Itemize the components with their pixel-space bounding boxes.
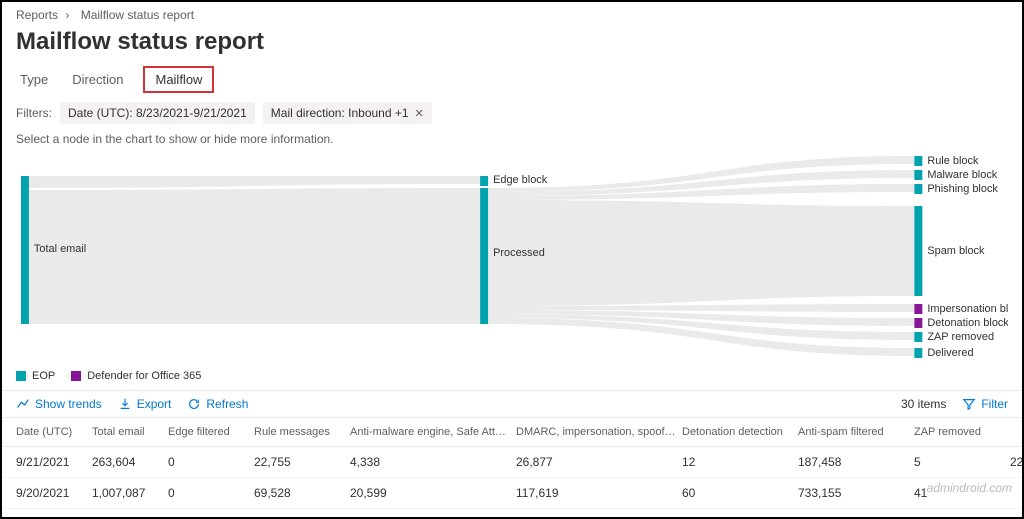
action-bar: Show trends Export Refresh 30 items Filt… (2, 390, 1022, 418)
data-table: Date (UTC) Total email Edge filtered Rul… (2, 418, 1022, 509)
sankey-label-zap: ZAP removed (927, 331, 994, 343)
close-icon[interactable]: ✕ (415, 107, 424, 120)
legend-defender: Defender for Office 365 (71, 370, 201, 382)
swatch-icon (16, 371, 26, 381)
cell: 26,877 (516, 455, 676, 469)
chart-legend: EOP Defender for Office 365 (2, 368, 1022, 390)
sankey-node-processed[interactable] (480, 188, 488, 324)
sankey-chart[interactable]: Total email Edge block Processed Rule bl… (16, 156, 1008, 364)
chart-icon (16, 397, 30, 411)
col-zap[interactable]: ZAP removed (914, 426, 1004, 438)
filter-icon (962, 397, 976, 411)
cell: 0 (168, 486, 248, 500)
cell: 1,007,087 (92, 486, 162, 500)
sankey-label-phish: Phishing block (927, 183, 998, 195)
cell: 12 (682, 455, 792, 469)
filter-chip-date[interactable]: Date (UTC): 8/23/2021-9/21/2021 (60, 102, 255, 124)
refresh-button[interactable]: Refresh (187, 397, 248, 411)
col-detonation[interactable]: Detonation detection (682, 426, 792, 438)
cell: 733,155 (798, 486, 908, 500)
filters-label: Filters: (16, 106, 52, 120)
col-date[interactable]: Date (UTC) (16, 426, 86, 438)
breadcrumb-root[interactable]: Reports (16, 8, 58, 22)
item-count: 30 items (901, 397, 946, 411)
sankey-node-zap[interactable] (914, 332, 922, 342)
filter-label: Filter (981, 397, 1008, 411)
cell: 263,604 (92, 455, 162, 469)
filter-chip-direction[interactable]: Mail direction: Inbound +1 ✕ (263, 102, 432, 124)
col-total[interactable]: Total email (92, 426, 162, 438)
chevron-right-icon: › (65, 8, 69, 22)
breadcrumb-current: Mailflow status report (81, 8, 194, 22)
tab-mailflow[interactable]: Mailflow (143, 66, 214, 93)
tab-type[interactable]: Type (16, 66, 52, 93)
cell: 22,755 (254, 455, 344, 469)
cell: 9/21/2021 (16, 455, 86, 469)
filters-row: Filters: Date (UTC): 8/23/2021-9/21/2021… (2, 94, 1022, 128)
sankey-label-impersonation: Impersonation block (927, 303, 1008, 315)
sankey-node-detonation[interactable] (914, 318, 922, 328)
show-trends-label: Show trends (35, 397, 102, 411)
table-row[interactable]: 9/20/2021 1,007,087 0 69,528 20,599 117,… (2, 478, 1022, 509)
cell: 60 (682, 486, 792, 500)
legend-eop-label: EOP (32, 370, 55, 382)
sankey-label-spam: Spam block (927, 245, 985, 257)
cell: 187,458 (798, 455, 908, 469)
sankey-node-malware[interactable] (914, 170, 922, 180)
filter-button[interactable]: Filter (962, 397, 1008, 411)
refresh-label: Refresh (206, 397, 248, 411)
legend-defender-label: Defender for Office 365 (87, 370, 201, 382)
tab-direction[interactable]: Direction (68, 66, 127, 93)
export-button[interactable]: Export (118, 397, 172, 411)
swatch-icon (71, 371, 81, 381)
page-title: Mailflow status report (2, 24, 1022, 66)
sankey-node-rule[interactable] (914, 156, 922, 166)
sankey-link (29, 188, 480, 324)
filter-chip-direction-text: Mail direction: Inbound +1 (271, 106, 409, 120)
legend-eop: EOP (16, 370, 55, 382)
sankey-link (488, 200, 914, 306)
table-header: Date (UTC) Total email Edge filtered Rul… (2, 418, 1022, 447)
col-rule[interactable]: Rule messages (254, 426, 344, 438)
col-malware[interactable]: Anti-malware engine, Safe Attachme... (350, 426, 510, 438)
sankey-label-delivered: Delivered (927, 347, 973, 359)
cell: 9/20/2021 (16, 486, 86, 500)
sankey-label-processed: Processed (493, 247, 545, 259)
sankey-label-rule: Rule block (927, 156, 979, 167)
show-trends-button[interactable]: Show trends (16, 397, 102, 411)
filter-chip-date-text: Date (UTC): 8/23/2021-9/21/2021 (68, 106, 247, 120)
cell: 117,619 (516, 486, 676, 500)
tabs: Type Direction Mailflow (2, 66, 1022, 94)
col-antispam[interactable]: Anti-spam filtered (798, 426, 908, 438)
sankey-node-delivered[interactable] (914, 348, 922, 358)
col-dmarc[interactable]: DMARC, impersonation, spoof, phish... (516, 426, 676, 438)
refresh-icon (187, 397, 201, 411)
cell: 22,159 (1010, 455, 1024, 469)
table-row[interactable]: 9/21/2021 263,604 0 22,755 4,338 26,877 … (2, 447, 1022, 478)
cell: 69,528 (254, 486, 344, 500)
cell: 20,599 (350, 486, 510, 500)
cell: 4,338 (350, 455, 510, 469)
download-icon (118, 397, 132, 411)
breadcrumb: Reports › Mailflow status report (2, 2, 1022, 24)
sankey-node-edge[interactable] (480, 176, 488, 186)
export-label: Export (137, 397, 172, 411)
sankey-label-edge: Edge block (493, 174, 548, 186)
cell: 5 (914, 455, 1004, 469)
cell: 0 (168, 455, 248, 469)
sankey-label-malware: Malware block (927, 169, 997, 181)
sankey-label-detonation: Detonation block (927, 317, 1008, 329)
cell: 41 (914, 486, 1004, 500)
col-edge[interactable]: Edge filtered (168, 426, 248, 438)
sankey-label-total: Total email (34, 243, 86, 255)
sankey-node-phish[interactable] (914, 184, 922, 194)
chart-hint: Select a node in the chart to show or hi… (2, 128, 1022, 154)
sankey-node-total[interactable] (21, 176, 29, 324)
sankey-link (29, 176, 480, 188)
sankey-node-spam[interactable] (914, 206, 922, 296)
sankey-node-impersonation[interactable] (914, 304, 922, 314)
